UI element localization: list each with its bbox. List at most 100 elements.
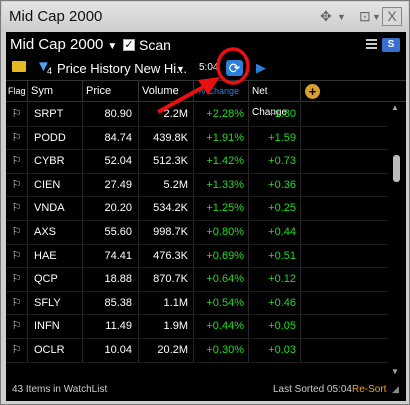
scroll-down-icon[interactable]: ▼ <box>391 367 399 376</box>
folder-icon[interactable] <box>12 61 26 72</box>
flag-icon[interactable]: ⚐ <box>6 268 28 292</box>
play-icon[interactable]: ▶ <box>256 60 266 76</box>
column-header-price[interactable]: Price <box>83 81 139 102</box>
resort-link[interactable]: Re-Sort <box>352 378 386 401</box>
watchlist-header-row: Mid Cap 2000 ▼ ✓ Scan S <box>6 32 406 57</box>
volume-cell: 2.2M <box>139 103 194 126</box>
scroll-thumb[interactable] <box>393 155 400 182</box>
percent-change-cell: +1.33% <box>194 173 249 197</box>
volume-cell: 20.2M <box>139 338 194 362</box>
watchlist-window: Mid Cap 2000 ✥ ▼ ⊡ ▼ X Mid Cap 2000 ▼ ✓ S… <box>0 0 410 405</box>
price-cell: 18.88 <box>83 268 139 292</box>
move-icon[interactable]: ✥ <box>320 8 332 25</box>
watchlist-toolbar: ▼ 4 Price History New Hi... ▼ 5:04 ⟳ ▶ <box>6 57 406 79</box>
column-header-net-change[interactable]: Net Change <box>249 81 301 118</box>
scan-label: Scan <box>139 37 171 53</box>
price-cell: 10.04 <box>83 338 139 362</box>
flag-icon[interactable]: ⚐ <box>6 338 28 362</box>
net-change-cell: +0.51 <box>249 244 301 268</box>
volume-cell: 512.3K <box>139 150 194 174</box>
symbol-cell: AXS <box>28 220 83 244</box>
chevron-down-icon[interactable]: ▼ <box>176 64 185 74</box>
chevron-down-icon[interactable]: ▼ <box>337 12 346 22</box>
close-button[interactable]: X <box>382 7 402 26</box>
price-cell: 84.74 <box>83 126 139 150</box>
symbol-cell: PODD <box>28 126 83 150</box>
net-change-cell: +1.59 <box>249 126 301 150</box>
column-header-flag[interactable]: Flag <box>6 81 28 102</box>
flag-icon[interactable]: ⚐ <box>6 315 28 339</box>
column-header-change[interactable]: % Change <box>194 81 249 102</box>
table-row[interactable]: ⚐ CYBR 52.04 512.3K +1.42% +0.73 <box>6 150 388 174</box>
scan-checkbox[interactable]: ✓ <box>123 39 135 51</box>
percent-change-cell: +1.25% <box>194 197 249 221</box>
flag-icon[interactable]: ⚐ <box>6 291 28 315</box>
percent-change-cell: +0.80% <box>194 220 249 244</box>
window-title: Mid Cap 2000 <box>9 8 103 25</box>
s-settings-button[interactable]: S <box>382 38 400 52</box>
price-cell: 55.60 <box>83 220 139 244</box>
status-bar: 43 Items in WatchList Last Sorted 05:04 … <box>6 378 406 401</box>
price-cell: 85.38 <box>83 291 139 315</box>
table-row[interactable]: ⚐ INFN 11.49 1.9M +0.44% +0.05 <box>6 315 388 339</box>
volume-cell: 5.2M <box>139 173 194 197</box>
symbol-cell: QCP <box>28 268 83 292</box>
table-row[interactable]: ⚐ VNDA 20.20 534.2K +1.25% +0.25 <box>6 197 388 221</box>
flag-icon[interactable]: ⚐ <box>6 197 28 221</box>
net-change-cell: +0.73 <box>249 150 301 174</box>
table-row[interactable]: ⚐ PODD 84.74 439.8K +1.91% +1.59 <box>6 126 388 151</box>
refresh-button[interactable]: ⟳ <box>226 60 243 76</box>
watchlist-selector[interactable]: Mid Cap 2000 ▼ <box>10 36 117 53</box>
table-row[interactable]: ⚐ SRPT 80.90 2.2M +2.28% +1.80 <box>6 103 388 127</box>
table-row[interactable]: ⚐ HAE 74.41 476.3K +0.69% +0.51 <box>6 244 388 269</box>
pin-icon[interactable]: ⊡ <box>359 8 371 25</box>
price-cell: 27.49 <box>83 173 139 197</box>
table-row[interactable]: ⚐ CIEN 27.49 5.2M +1.33% +0.36 <box>6 173 388 198</box>
net-change-cell: +0.05 <box>249 315 301 339</box>
symbol-cell: VNDA <box>28 197 83 221</box>
net-change-cell: +0.03 <box>249 338 301 362</box>
watchlist-panel: Mid Cap 2000 ▼ ✓ Scan S ▼ 4 Price History… <box>6 32 406 401</box>
table-row[interactable]: ⚐ OCLR 10.04 20.2M +0.30% +0.03 <box>6 338 388 363</box>
chevron-down-icon: ▼ <box>107 41 118 52</box>
table-row[interactable]: ⚐ SFLY 85.38 1.1M +0.54% +0.46 <box>6 291 388 316</box>
flag-icon[interactable]: ⚐ <box>6 173 28 197</box>
flag-icon[interactable]: ⚐ <box>6 103 28 126</box>
volume-cell: 439.8K <box>139 126 194 150</box>
source-selector[interactable]: Price History New Hi... <box>57 61 187 76</box>
percent-change-cell: +0.69% <box>194 244 249 268</box>
add-column-icon: + <box>308 84 317 99</box>
filter-badge: 4 <box>47 66 53 76</box>
flag-icon[interactable]: ⚐ <box>6 220 28 244</box>
symbol-cell: CYBR <box>28 150 83 174</box>
watchlist-table: ⚐ SRPT 80.90 2.2M +2.28% +1.80 ⚐ PODD 84.74 439.8… <box>6 103 388 363</box>
column-header-sym[interactable]: Sym <box>28 81 83 102</box>
menu-icon[interactable] <box>366 39 377 51</box>
price-cell: 80.90 <box>83 103 139 126</box>
last-sorted: Last Sorted 05:04 <box>273 384 352 395</box>
symbol-cell: SRPT <box>28 103 83 126</box>
table-row[interactable]: ⚐ AXS 55.60 998.7K +0.80% +0.44 <box>6 220 388 245</box>
percent-change-cell: +0.30% <box>194 338 249 362</box>
percent-change-cell: +1.91% <box>194 126 249 150</box>
last-update-time: 5:04 <box>199 62 219 73</box>
volume-cell: 1.9M <box>139 315 194 339</box>
table-row[interactable]: ⚐ QCP 18.88 870.7K +0.64% +0.12 <box>6 268 388 292</box>
resize-grip-icon[interactable]: ◢ <box>392 378 399 401</box>
flag-icon[interactable]: ⚐ <box>6 126 28 150</box>
chevron-down-icon[interactable]: ▼ <box>372 12 381 22</box>
close-icon: X <box>387 8 397 24</box>
flag-icon[interactable]: ⚐ <box>6 244 28 268</box>
scroll-up-icon[interactable]: ▲ <box>391 103 399 112</box>
price-cell: 20.20 <box>83 197 139 221</box>
percent-change-cell: +0.44% <box>194 315 249 339</box>
column-header-volume[interactable]: Volume <box>139 81 194 102</box>
symbol-cell: CIEN <box>28 173 83 197</box>
scrollbar[interactable]: ▲ ▼ <box>390 103 402 378</box>
refresh-icon: ⟳ <box>228 60 241 76</box>
flag-icon[interactable]: ⚐ <box>6 150 28 174</box>
add-column-button[interactable]: + <box>305 84 320 99</box>
volume-cell: 534.2K <box>139 197 194 221</box>
title-bar[interactable]: Mid Cap 2000 ✥ ▼ ⊡ ▼ X <box>2 2 408 32</box>
net-change-cell: +0.25 <box>249 197 301 221</box>
